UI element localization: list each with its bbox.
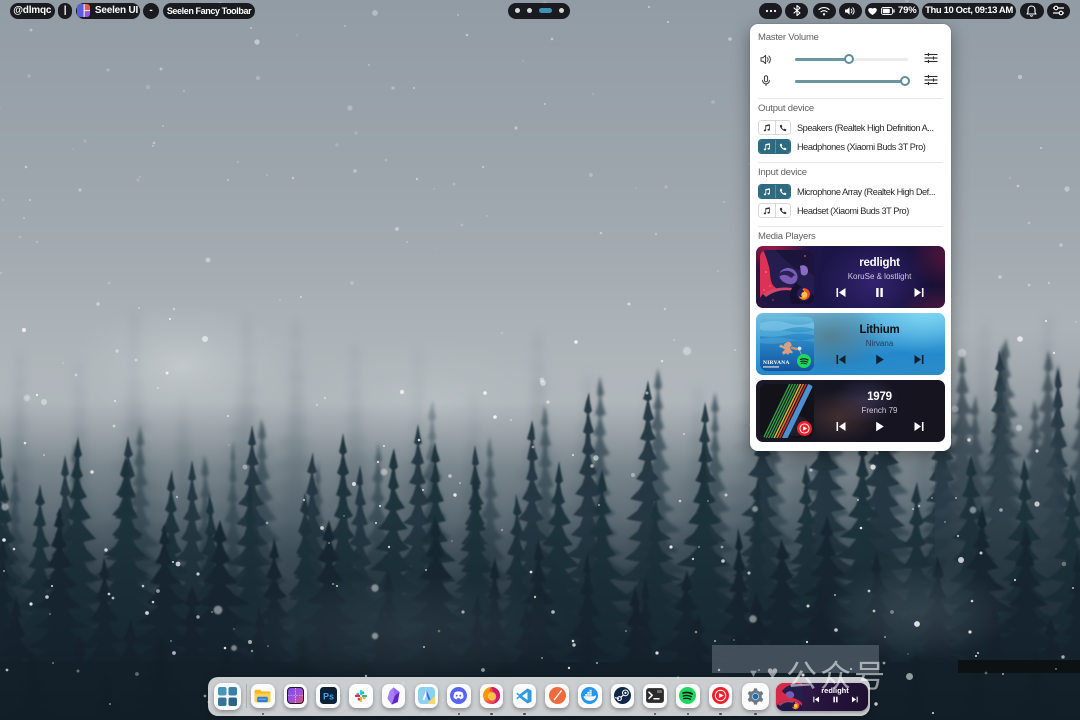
svg-text:NIRVANA: NIRVANA [763,360,790,366]
svg-text:Ps: Ps [323,692,334,702]
